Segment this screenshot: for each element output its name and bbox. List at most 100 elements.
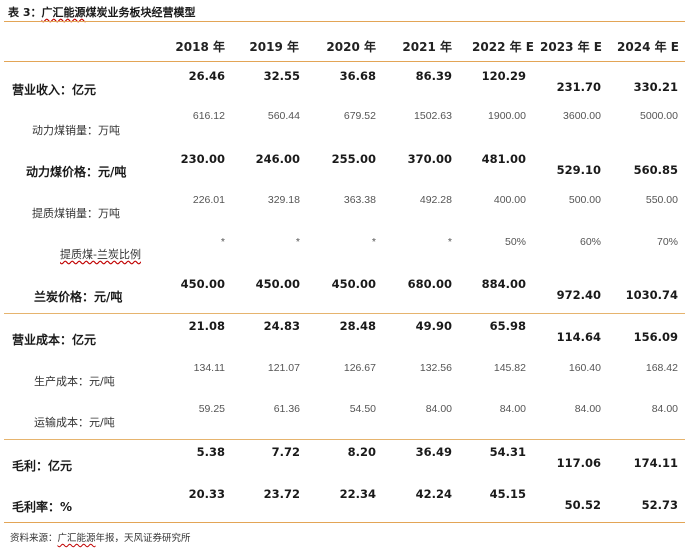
year-header: 2020 年 [326, 40, 376, 54]
row-label-gross-profit: 毛利：亿元 [12, 459, 73, 473]
table-cell: 23.72 [263, 487, 300, 501]
source-suffix: 年报，天风证券研究所 [95, 533, 191, 544]
row-label-thermal-coal-sales: 动力煤销量：万吨 [32, 124, 120, 137]
year-header: 2018 年 [175, 40, 225, 54]
year-header: 2024 年 E [617, 40, 679, 54]
table-cell: 5.38 [196, 445, 225, 459]
table-cell: 22.34 [339, 487, 376, 501]
table-cell: 7.72 [271, 445, 300, 459]
table-cell: 54.50 [349, 403, 376, 415]
table-cell: 500.00 [568, 194, 601, 206]
table-cell: 450.00 [255, 277, 300, 291]
table-cell: 49.90 [415, 319, 452, 333]
table-title: 表 3：广汇能源煤炭业务板块经营模型 [8, 4, 195, 20]
table-cell: 132.56 [419, 362, 452, 374]
table-cell: 50% [504, 236, 526, 248]
table-cell: 363.38 [343, 194, 376, 206]
section-rule [4, 313, 685, 314]
section-rule [4, 439, 685, 440]
table-cell: 246.00 [255, 152, 300, 166]
row-label-revenue: 营业收入：亿元 [12, 83, 97, 97]
table-cell: 84.00 [425, 403, 452, 415]
table-cell: 8.20 [347, 445, 376, 459]
table-title-suffix: 煤炭业务板块经营模型 [85, 6, 196, 19]
row-label-semi-coke-ratio: 提质煤-兰炭比例 [60, 248, 141, 261]
table-cell: 168.42 [645, 362, 678, 374]
table-cell: 32.55 [263, 69, 300, 83]
table-cell: 370.00 [407, 152, 452, 166]
table-cell: 160.40 [568, 362, 601, 374]
row-label-operating-cost: 营业成本：亿元 [12, 333, 97, 347]
table-cell: 50.52 [564, 498, 601, 512]
table-cell: 5000.00 [640, 110, 678, 122]
table-cell: 28.48 [339, 319, 376, 333]
table-cell: * [295, 236, 300, 248]
table-cell: 450.00 [331, 277, 376, 291]
top-rule [4, 21, 685, 22]
table-cell: 145.82 [493, 362, 526, 374]
table-cell: 1502.63 [414, 110, 452, 122]
header-rule [4, 61, 685, 62]
table-cell: 972.40 [556, 288, 601, 302]
table-cell: 52.73 [641, 498, 678, 512]
year-header: 2022 年 E [472, 40, 534, 54]
row-label-semi-coke-price: 兰炭价格：元/吨 [34, 290, 123, 304]
table-cell: 255.00 [331, 152, 376, 166]
table-cell: 84.00 [651, 403, 678, 415]
table-cell: 60% [579, 236, 601, 248]
table-cell: 120.29 [481, 69, 526, 83]
table-cell: 121.07 [267, 362, 300, 374]
table-cell: 400.00 [493, 194, 526, 206]
table-cell: 1900.00 [488, 110, 526, 122]
table-cell: 36.68 [339, 69, 376, 83]
table-cell: 529.10 [556, 163, 601, 177]
table-cell: 84.00 [574, 403, 601, 415]
year-header: 2023 年 E [540, 40, 602, 54]
source-note: 资料来源：广汇能源年报，天风证券研究所 [10, 530, 191, 544]
table-title-prefix: 表 3： [8, 6, 42, 19]
table-cell: 3600.00 [563, 110, 601, 122]
table-cell: 679.52 [343, 110, 376, 122]
row-label-production-cost: 生产成本：元/吨 [34, 375, 115, 388]
table-cell: 134.11 [193, 362, 225, 374]
table-cell: 616.12 [192, 110, 225, 122]
table-cell: 114.64 [556, 330, 601, 344]
row-label-gross-margin: 毛利率：% [12, 500, 73, 514]
table-cell: 481.00 [481, 152, 526, 166]
table-cell: 24.83 [263, 319, 300, 333]
table-title-company: 广汇能源 [41, 6, 86, 19]
row-label-upgraded-coal-sales: 提质煤销量：万吨 [32, 207, 120, 220]
table-cell: * [371, 236, 376, 248]
table-cell: 36.49 [415, 445, 452, 459]
table-cell: 174.11 [633, 456, 678, 470]
table-cell: 550.00 [645, 194, 678, 206]
bottom-rule [4, 522, 685, 523]
table-cell: 65.98 [489, 319, 526, 333]
table-cell: 84.00 [499, 403, 526, 415]
table-cell: 117.06 [556, 456, 601, 470]
table-cell: 26.46 [188, 69, 225, 83]
table-cell: 54.31 [489, 445, 526, 459]
table-cell: 45.15 [489, 487, 526, 501]
table-cell: 61.36 [273, 403, 300, 415]
table-cell: 230.00 [180, 152, 225, 166]
table-cell: 126.67 [343, 362, 376, 374]
table-cell: 884.00 [481, 277, 526, 291]
table-cell: 21.08 [188, 319, 225, 333]
year-header: 2021 年 [402, 40, 452, 54]
table-cell: 330.21 [633, 80, 678, 94]
table-cell: * [447, 236, 452, 248]
table-cell: 492.28 [419, 194, 452, 206]
row-label-transport-cost: 运输成本：元/吨 [34, 416, 115, 429]
table-cell: 1030.74 [625, 288, 678, 302]
table-cell: 680.00 [407, 277, 452, 291]
table-cell: 156.09 [633, 330, 678, 344]
source-prefix: 资料来源： [10, 533, 58, 544]
table-cell: 70% [656, 236, 678, 248]
table-cell: 560.44 [267, 110, 300, 122]
table-cell: 226.01 [192, 194, 225, 206]
table-cell: 560.85 [633, 163, 678, 177]
row-label-thermal-coal-price: 动力煤价格：元/吨 [26, 165, 127, 179]
table-cell: 450.00 [180, 277, 225, 291]
table-cell: 20.33 [188, 487, 225, 501]
